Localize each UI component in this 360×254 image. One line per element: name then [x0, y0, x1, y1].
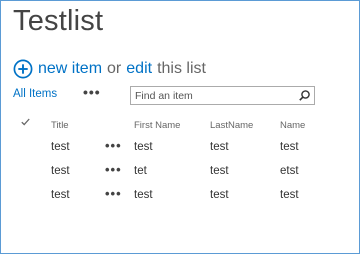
search-input[interactable] — [135, 88, 285, 103]
column-header-first-name[interactable]: First Name — [134, 120, 180, 131]
column-header-name[interactable]: Name — [280, 120, 305, 131]
cell-title[interactable]: test — [51, 141, 70, 153]
cell-title[interactable]: test — [51, 165, 70, 177]
page-title: Testlist — [13, 5, 104, 37]
view-more-button[interactable]: ••• — [83, 84, 101, 100]
cell-name: test — [280, 189, 299, 201]
search-box — [130, 86, 315, 105]
list-view-panel: Testlist new item or edit this list All … — [0, 0, 360, 254]
column-header-title[interactable]: Title — [51, 120, 69, 131]
cell-last-name: test — [210, 165, 229, 177]
view-all-items-link[interactable]: All Items — [13, 88, 57, 100]
row-menu-button[interactable]: ••• — [105, 186, 122, 201]
checkmark-icon[interactable] — [21, 118, 30, 126]
cell-last-name: test — [210, 141, 229, 153]
row-menu-button[interactable]: ••• — [105, 162, 122, 177]
table-row[interactable]: test ••• test test test — [1, 137, 359, 159]
view-selector-bar: All Items ••• — [13, 84, 353, 106]
cell-first-name: test — [134, 189, 153, 201]
cell-first-name: tet — [134, 165, 147, 177]
table-row[interactable]: test ••• tet test etst — [1, 161, 359, 183]
new-item-link[interactable]: new item — [38, 60, 102, 78]
new-item-bar: new item or edit this list — [13, 59, 206, 79]
edit-list-link[interactable]: edit — [126, 60, 152, 78]
or-text: or — [107, 60, 122, 77]
this-list-text: this list — [157, 60, 206, 77]
cell-last-name: test — [210, 189, 229, 201]
cell-name: etst — [280, 165, 299, 177]
column-header-last-name[interactable]: LastName — [210, 120, 253, 131]
cell-name: test — [280, 141, 299, 153]
table-row[interactable]: test ••• test test test — [1, 185, 359, 207]
plus-circle-icon[interactable] — [13, 59, 33, 79]
row-menu-button[interactable]: ••• — [105, 138, 122, 153]
table-header-row: Title First Name LastName Name — [1, 113, 359, 133]
cell-title[interactable]: test — [51, 189, 70, 201]
cell-first-name: test — [134, 141, 153, 153]
search-icon[interactable] — [299, 90, 310, 101]
